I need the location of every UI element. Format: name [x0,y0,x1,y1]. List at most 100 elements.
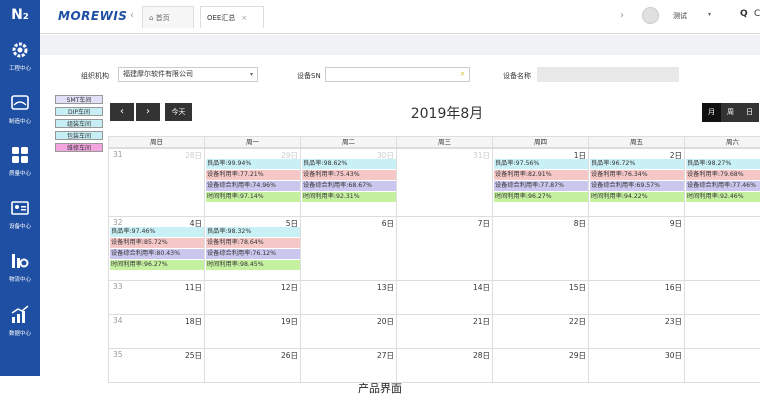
oee-rate[interactable]: 设备综合利用率:69.57% [590,181,684,191]
day-number: 30日 [664,351,682,360]
sidebar-item-1[interactable]: 制造中心 [0,93,40,137]
calendar-day-cell[interactable]: 30日 良品率:98.62% 设备利用率:75.43% 设备综合利用率:68.67% 时… [300,148,397,217]
legend-item[interactable]: 包装车间 [55,131,103,140]
calendar-day-cell[interactable]: 31日 [396,148,493,217]
oee-rate[interactable]: 设备综合利用率:77.87% [494,181,588,191]
yield-rate[interactable]: 良品率:97.56% [494,159,588,169]
close-icon[interactable]: × [241,14,247,22]
legend-item[interactable]: DIP车间 [55,107,103,116]
time-utilization[interactable]: 时间利用率:94.22% [590,192,684,202]
yield-rate[interactable]: 良品率:96.72% [590,159,684,169]
calendar-day-cell[interactable]: 3日良品率:98.27%设备利用率:79.68%设备综合利用率:77.46%时间… [684,148,760,217]
calendar-day-cell[interactable]: 33 11日 [108,280,205,315]
calendar-day-cell[interactable]: 31日 [684,348,760,383]
calendar-day-cell[interactable]: 13日 [300,280,397,315]
legend-item[interactable]: 维修车间 [55,143,103,152]
device-name-input[interactable] [537,67,679,82]
next-month-button[interactable]: › [136,103,160,121]
time-utilization[interactable]: 时间利用率:92.46% [686,192,760,202]
view-button-2[interactable]: 日 [740,103,759,122]
home-icon: ⌂ [149,14,156,22]
calendar-day-cell[interactable]: 35 25日 [108,348,205,383]
day-number: 21日 [472,317,490,326]
username[interactable]: 测试 [673,11,687,21]
sidebar-item-0[interactable]: 工程中心 [0,40,40,84]
calendar-day-cell[interactable]: 8日 [492,216,589,281]
calendar-day-cell[interactable]: 27日 [300,348,397,383]
oee-rate[interactable]: 设备综合利用率:80.43% [110,249,204,259]
sidebar-item-2[interactable]: 质量中心 [0,145,40,189]
calendar-day-cell[interactable]: 30日 [588,348,685,383]
view-button-0[interactable]: 月 [702,103,721,122]
yield-rate[interactable]: 良品率:98.32% [206,227,300,237]
calendar-day-cell[interactable]: 10日 [684,216,760,281]
calendar-day-cell[interactable]: 7日 [396,216,493,281]
search-icon[interactable]: Q [740,9,748,19]
calendar-day-cell[interactable]: 2日 良品率:96.72% 设备利用率:76.34% 设备综合利用率:69.57% 时间… [588,148,685,217]
calendar-day-cell[interactable]: 29日 良品率:99.94% 设备利用率:77.21% 设备综合利用率:74.96% 时… [204,148,301,217]
calendar-day-cell[interactable]: 21日 [396,314,493,349]
time-utilization[interactable]: 时间利用率:96.27% [494,192,588,202]
calendar-day-cell[interactable]: 29日 [492,348,589,383]
avatar[interactable] [642,7,659,24]
calendar-day-cell[interactable]: 31 28日 [108,148,205,217]
calendar-day-cell[interactable]: 5日 良品率:98.32% 设备利用率:78.64% 设备综合利用率:76.12% 时间… [204,216,301,281]
legend-item[interactable]: SMT车间 [55,95,103,104]
calendar-day-cell[interactable]: 28日 [396,348,493,383]
today-button[interactable]: 今天 [165,103,192,121]
oee-rate[interactable]: 设备综合利用率:68.67% [302,181,396,191]
view-button-1[interactable]: 周 [721,103,740,122]
calendar-day-cell[interactable]: 14日 [396,280,493,315]
equipment-utilization[interactable]: 设备利用率:79.68% [686,170,760,180]
calendar-day-cell[interactable]: 22日 [492,314,589,349]
calendar-day-cell[interactable]: 15日 [492,280,589,315]
tab-scroll-right-icon[interactable]: › [620,10,624,21]
prev-month-button[interactable]: ‹ [110,103,134,121]
time-utilization[interactable]: 时间利用率:97.14% [206,192,300,202]
calendar-day-cell[interactable]: 23日 [588,314,685,349]
search-icon[interactable]: ⌕ [461,67,465,80]
time-utilization[interactable]: 时间利用率:98.45% [206,260,300,270]
calendar-day-cell[interactable]: 1日 良品率:97.56% 设备利用率:82.91% 设备综合利用率:77.87% 时间… [492,148,589,217]
oee-rate[interactable]: 设备综合利用率:77.46% [686,181,760,191]
oee-rate[interactable]: 设备综合利用率:74.96% [206,181,300,191]
time-utilization[interactable]: 时间利用率:92.31% [302,192,396,202]
time-utilization[interactable]: 时间利用率:96.27% [110,260,204,270]
equipment-utilization[interactable]: 设备利用率:82.91% [494,170,588,180]
calendar-day-cell[interactable]: 26日 [204,348,301,383]
calendar-day-cell[interactable]: 12日 [204,280,301,315]
equipment-utilization[interactable]: 设备利用率:78.64% [206,238,300,248]
sidebar-item-3[interactable]: 设备中心 [0,198,40,242]
calendar-day-cell[interactable]: 32 4日 良品率:97.46% 设备利用率:85.72% 设备综合利用率:80.43%… [108,216,205,281]
yield-rate[interactable]: 良品率:99.94% [206,159,300,169]
yield-rate[interactable]: 良品率:97.46% [110,227,204,237]
sn-input[interactable]: ⌕ [325,67,470,82]
tab-home[interactable]: ⌂ 首页 [142,6,194,28]
calendar-day-cell[interactable]: 16日 [588,280,685,315]
tab-oee-summary[interactable]: OEE汇总 × [200,6,264,28]
sidebar-item-label: 制造中心 [8,119,31,125]
legend-item[interactable]: 组装车间 [55,119,103,128]
chevron-down-icon[interactable]: ▾ [708,11,711,18]
oee-rate[interactable]: 设备综合利用率:76.12% [206,249,300,259]
calendar-day-cell[interactable]: 20日 [300,314,397,349]
sidebar-item-4[interactable]: 物流中心 [0,251,40,295]
card-icon [10,198,30,218]
calendar-day-cell[interactable]: 9日 [588,216,685,281]
equipment-utilization[interactable]: 设备利用率:76.34% [590,170,684,180]
equipment-utilization[interactable]: 设备利用率:85.72% [110,238,204,248]
yield-rate[interactable]: 良品率:98.62% [302,159,396,169]
calendar-day-cell[interactable]: 6日 [300,216,397,281]
sidebar-item-5[interactable]: 数据中心 [0,305,40,349]
calendar-day-cell[interactable]: 19日 [204,314,301,349]
calendar-day-cell[interactable]: 17日 [684,280,760,315]
tab-scroll-left-icon[interactable]: ‹ [130,10,134,21]
org-select[interactable]: 福建摩尔软件有限公司 ▾ [118,67,258,82]
top-bar: MOREWIS ‹ ⌂ 首页 OEE汇总 × › 测试 ▾ Q C [40,0,760,34]
equipment-utilization[interactable]: 设备利用率:75.43% [302,170,396,180]
equipment-utilization[interactable]: 设备利用率:77.21% [206,170,300,180]
calendar-day-cell[interactable]: 34 18日 [108,314,205,349]
yield-rate[interactable]: 良品率:98.27% [686,159,760,169]
more-icon[interactable]: C [754,9,760,19]
calendar-day-cell[interactable]: 24日 [684,314,760,349]
